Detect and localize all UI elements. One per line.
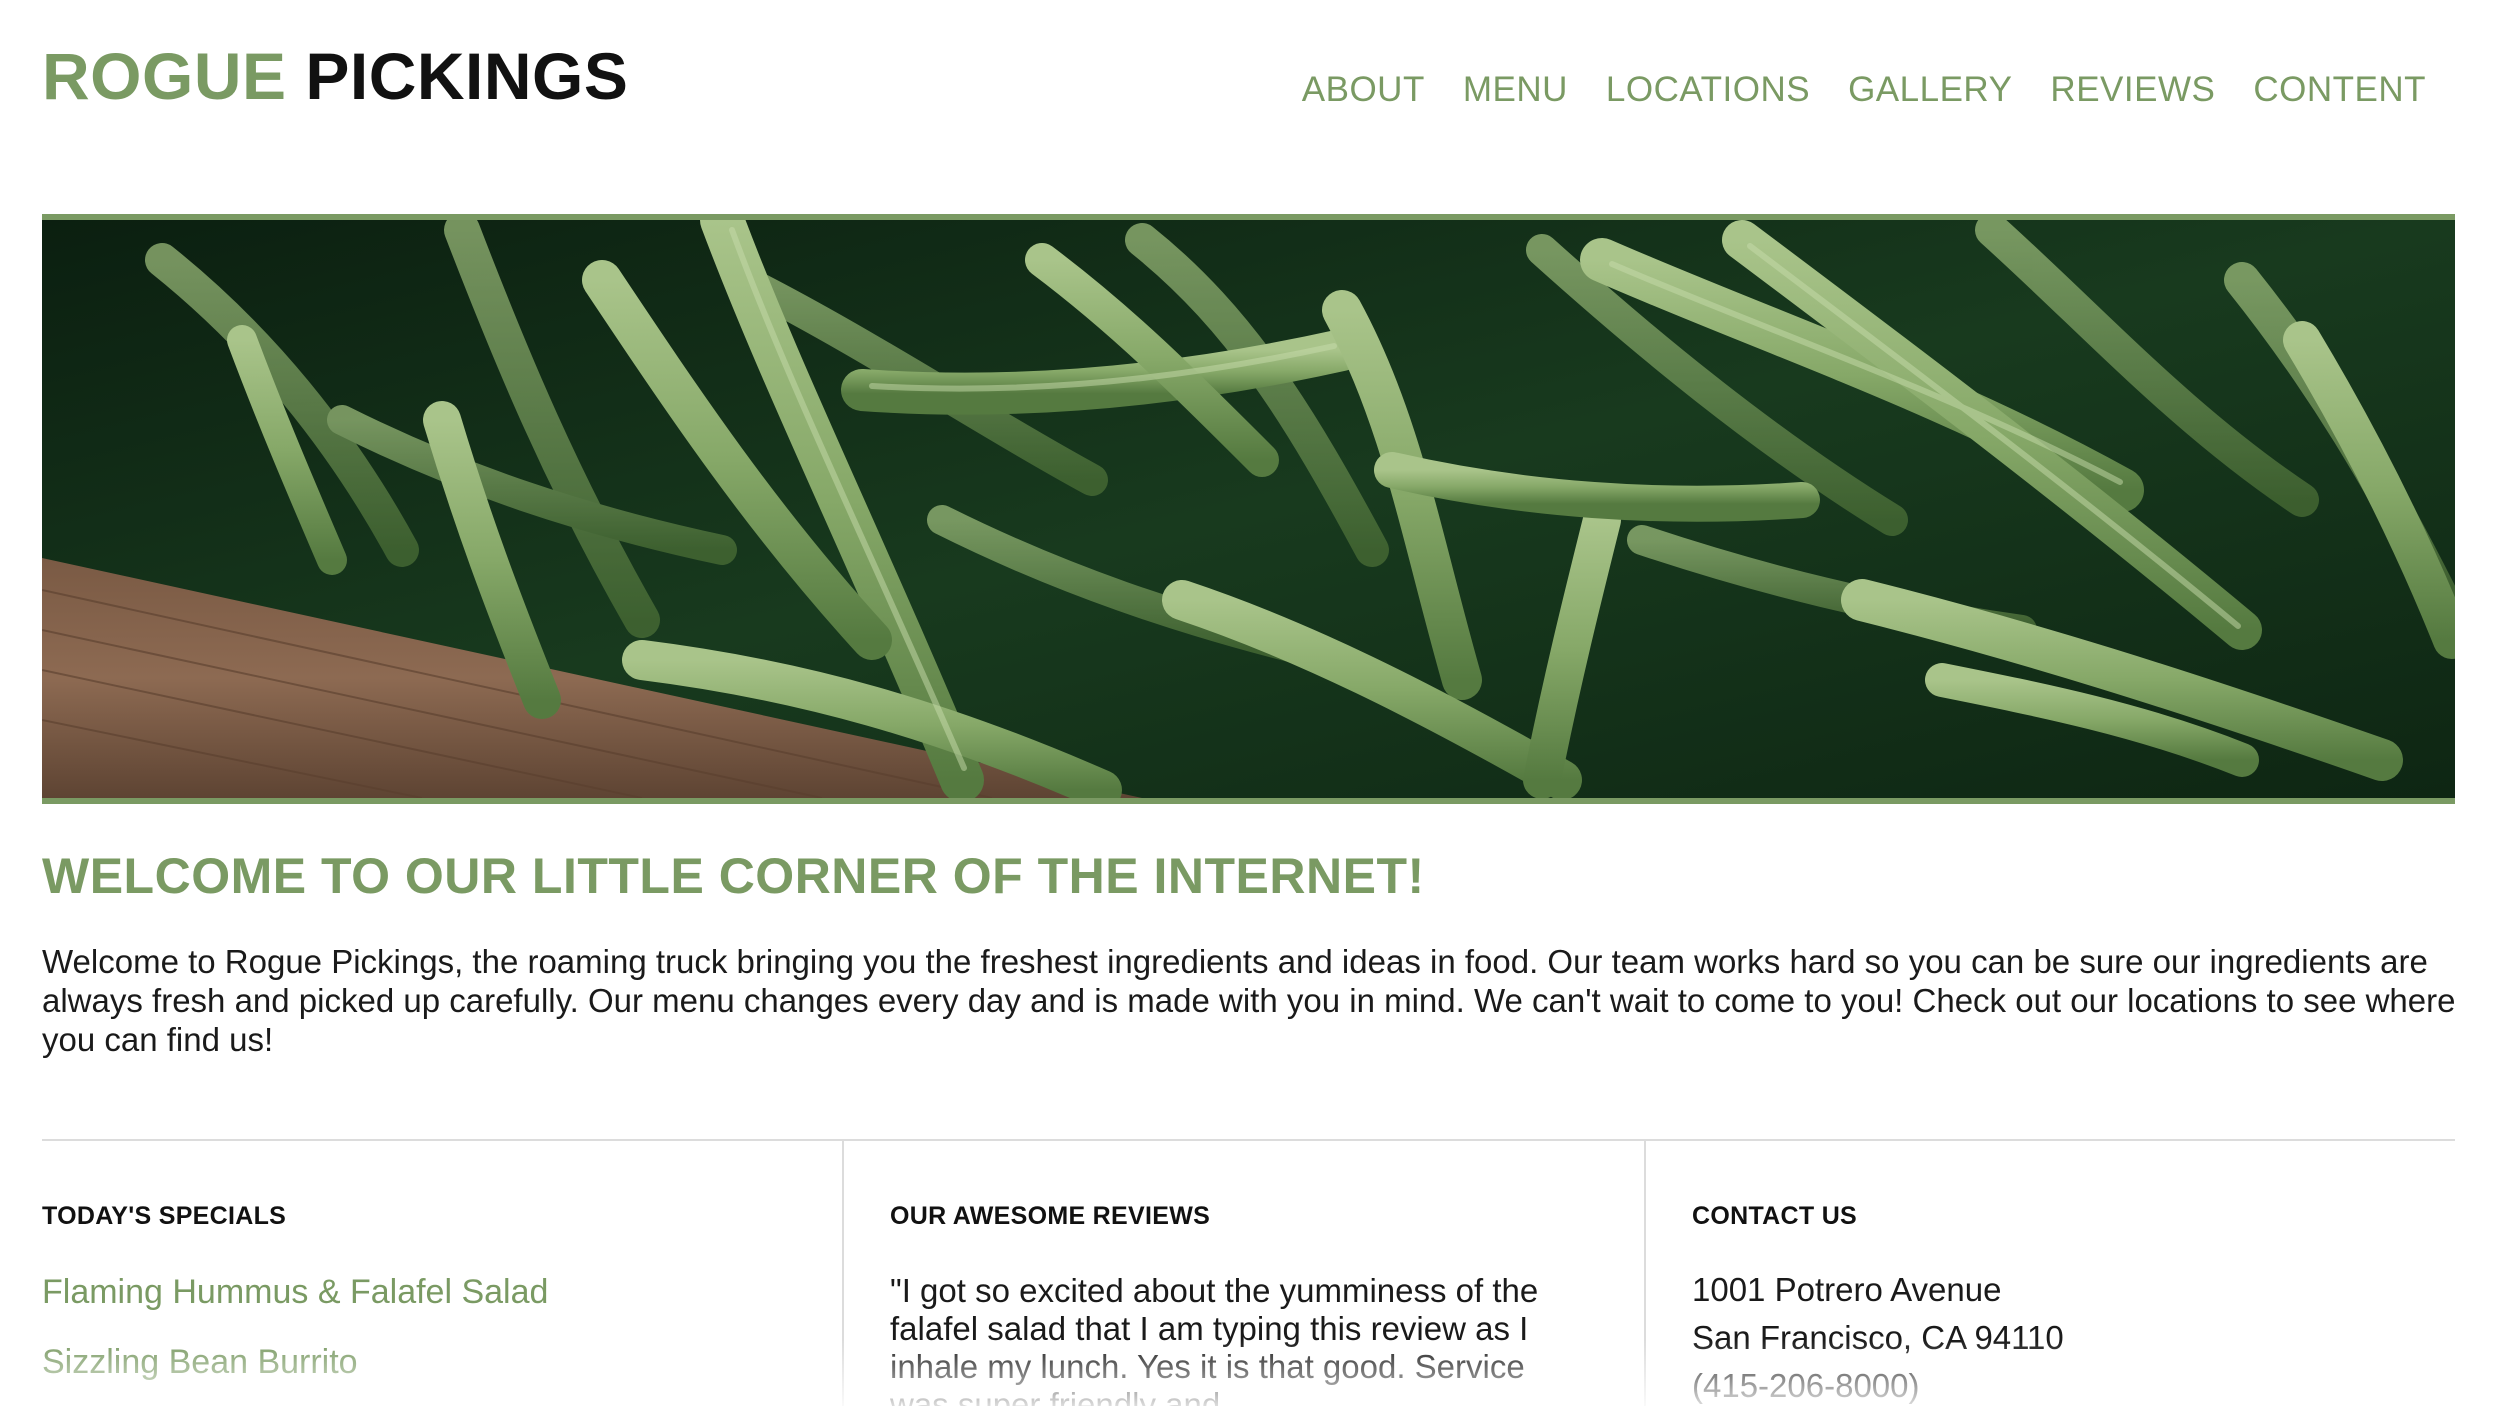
- review-text: "I got so excited about the yumminess of…: [890, 1272, 1539, 1406]
- contact-address-line-2: San Francisco, CA 94110: [1692, 1319, 2064, 1356]
- specials-heading: TODAY'S SPECIALS: [42, 1202, 287, 1230]
- nav-menu[interactable]: MENU: [1463, 68, 1568, 112]
- contact-column: CONTACT US 1001 Potrero Avenue San Franc…: [1692, 1200, 2064, 1406]
- hero-image: [42, 214, 2455, 804]
- specials-column: TODAY'S SPECIALS Flaming Hummus & Falafe…: [42, 1200, 548, 1382]
- welcome-title: WELCOME TO OUR LITTLE CORNER OF THE INTE…: [42, 848, 1425, 904]
- reviews-heading: OUR AWESOME REVIEWS: [890, 1202, 1211, 1230]
- logo-text-rogue: ROGUE: [42, 39, 287, 113]
- nav-about[interactable]: ABOUT: [1302, 68, 1425, 112]
- contact-address-line-1: 1001 Potrero Avenue: [1692, 1271, 2002, 1308]
- logo-text-pickings: PICKINGS: [305, 39, 629, 113]
- contact-phone[interactable]: (415-206-8000): [1692, 1362, 2064, 1406]
- contact-heading: CONTACT US: [1692, 1202, 1858, 1230]
- nav-locations[interactable]: LOCATIONS: [1606, 68, 1810, 112]
- reviews-column: OUR AWESOME REVIEWS "I got so excited ab…: [890, 1200, 1590, 1406]
- main-nav: ABOUT MENU LOCATIONS GALLERY REVIEWS CON…: [1302, 68, 2426, 112]
- column-divider-1: [842, 1141, 844, 1406]
- site-logo[interactable]: ROGUE PICKINGS: [42, 40, 628, 112]
- nav-gallery[interactable]: GALLERY: [1848, 68, 2012, 112]
- nav-content[interactable]: CONTENT: [2253, 68, 2426, 112]
- column-divider-2: [1644, 1141, 1646, 1406]
- nav-reviews[interactable]: REVIEWS: [2050, 68, 2215, 112]
- welcome-body: Welcome to Rogue Pickings, the roaming t…: [42, 943, 2456, 1058]
- page: ROGUE PICKINGS ABOUT MENU LOCATIONS GALL…: [0, 0, 2496, 1406]
- special-item-2[interactable]: Sizzling Bean Burrito: [42, 1342, 548, 1382]
- green-beans-illustration: [42, 220, 2455, 798]
- section-divider: [42, 1139, 2455, 1141]
- special-item-1[interactable]: Flaming Hummus & Falafel Salad: [42, 1272, 548, 1312]
